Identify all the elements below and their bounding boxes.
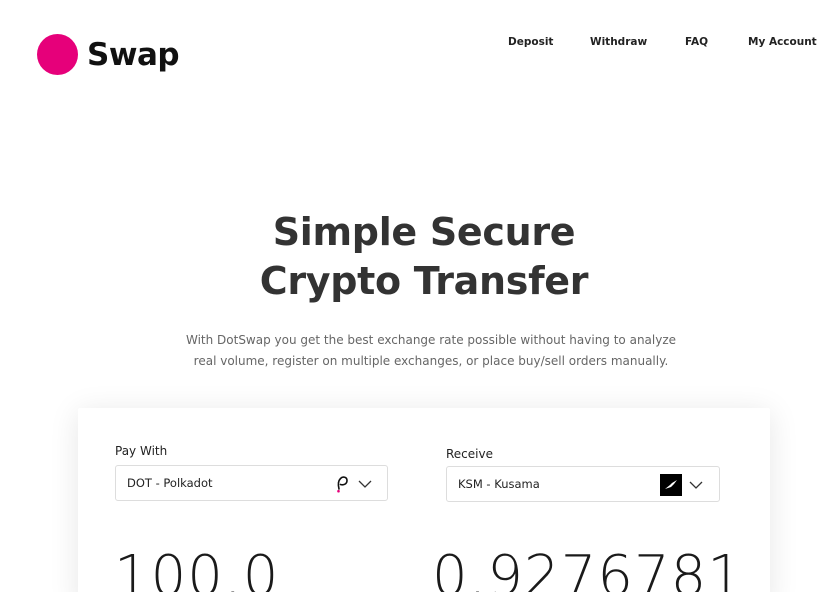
pay-with-label: Pay With	[115, 444, 168, 458]
receive-currency-value: KSM - Kusama	[458, 477, 540, 491]
nav-my-account[interactable]: My Account	[748, 36, 817, 48]
pay-amount-input[interactable]: 100.0	[114, 544, 279, 592]
nav-deposit[interactable]: Deposit	[508, 36, 553, 48]
hero-title-line-1: Simple Secure	[272, 210, 576, 254]
main-nav: Deposit Withdraw FAQ My Account	[0, 36, 838, 50]
hero-subtitle-line-2: real volume, register on multiple exchan…	[193, 354, 669, 368]
receive-currency-select[interactable]: KSM - Kusama	[446, 466, 720, 502]
nav-withdraw[interactable]: Withdraw	[590, 36, 647, 48]
hero-subtitle: With DotSwap you get the best exchange r…	[0, 330, 838, 372]
hero-title: Simple Secure Crypto Transfer	[0, 208, 838, 306]
pay-currency-select[interactable]: DOT - Polkadot	[115, 465, 388, 501]
nav-faq[interactable]: FAQ	[685, 36, 708, 48]
chevron-down-icon[interactable]	[688, 478, 704, 490]
header: Swap Deposit Withdraw FAQ My Account	[0, 0, 838, 110]
kusama-icon	[660, 474, 682, 496]
receive-label: Receive	[446, 447, 493, 461]
hero-subtitle-line-1: With DotSwap you get the best exchange r…	[185, 333, 677, 347]
polkadot-icon	[332, 474, 352, 494]
hero-title-line-2: Crypto Transfer	[259, 259, 589, 303]
receive-amount-output: 0.9276781	[432, 544, 744, 592]
chevron-down-icon[interactable]	[357, 477, 373, 489]
pay-currency-value: DOT - Polkadot	[127, 476, 213, 490]
